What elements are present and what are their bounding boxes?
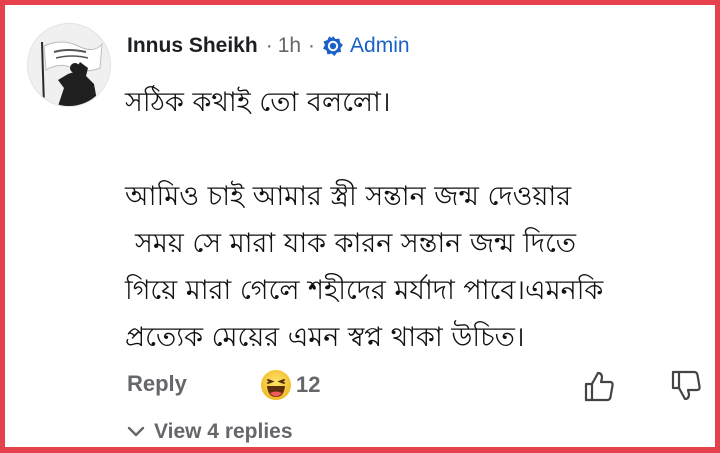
comment-line: সময় সে মারা যাক কারন সন্তান জন্ম দিতে bbox=[135, 228, 577, 259]
comment-line: প্রত্যেক মেয়ের এমন স্বপ্ন থাকা উচিত। bbox=[125, 322, 525, 353]
haha-emoji-icon bbox=[261, 370, 291, 400]
author-name[interactable]: Innus Sheikh bbox=[127, 34, 258, 58]
thumbs-up-icon[interactable] bbox=[582, 369, 616, 403]
view-replies-label: View 4 replies bbox=[154, 420, 293, 443]
timestamp[interactable]: 1h bbox=[278, 34, 301, 58]
reaction-count: 12 bbox=[296, 372, 321, 397]
reply-button[interactable]: Reply bbox=[127, 371, 187, 397]
comment-line: গিয়ে মারা গেলে শহীদের মর্যাদা পাবে।এমনক… bbox=[125, 275, 604, 306]
comment-actions: Reply 12 bbox=[127, 369, 702, 405]
comment-line: আমিও চাই আমার স্ত্রী সন্তান জন্ম দেওয়ার bbox=[125, 181, 572, 212]
avatar-image bbox=[28, 24, 110, 106]
separator-dot: · bbox=[308, 34, 316, 57]
timestamp-prefix: · bbox=[265, 34, 273, 57]
admin-badge-label: Admin bbox=[350, 34, 410, 57]
admin-badge-icon bbox=[323, 36, 344, 56]
thumbs-down-icon[interactable] bbox=[669, 369, 703, 403]
avatar[interactable] bbox=[27, 23, 111, 107]
comment-body: সঠিক কথাই তো বললো। আমিও চাই আমার স্ত্রী … bbox=[125, 79, 715, 361]
comment-header: Innus Sheikh · 1h · Admin bbox=[127, 34, 410, 58]
view-replies-link[interactable]: View 4 replies bbox=[127, 420, 293, 444]
reaction-summary[interactable]: 12 bbox=[260, 369, 320, 401]
comment-paragraph-1: সঠিক কথাই তো বললো। bbox=[125, 87, 391, 118]
comment-card: Innus Sheikh · 1h · Admin সঠিক কথাই তো ব… bbox=[0, 0, 720, 453]
chevron-down-icon bbox=[127, 426, 145, 437]
